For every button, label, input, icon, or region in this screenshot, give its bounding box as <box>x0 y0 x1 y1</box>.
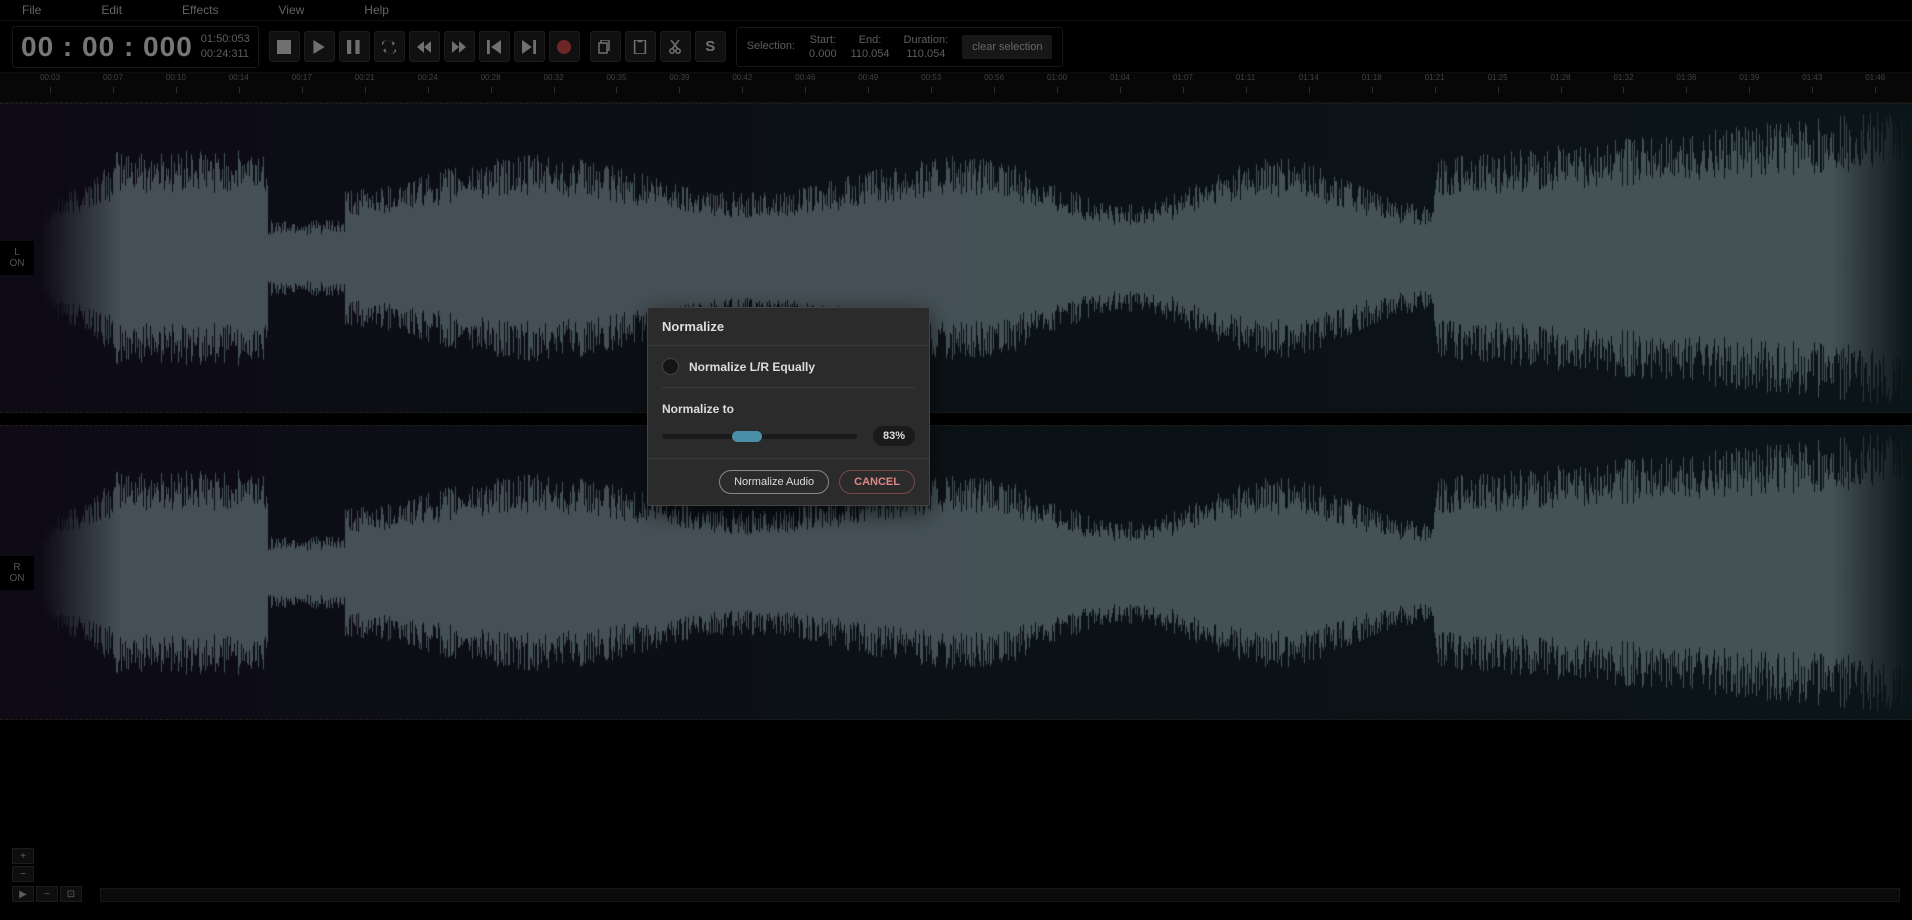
normalize-slider[interactable] <box>662 434 857 439</box>
normalize-equally-label: Normalize L/R Equally <box>689 360 815 374</box>
normalize-to-label: Normalize to <box>662 402 915 416</box>
cancel-button[interactable]: CANCEL <box>839 470 915 494</box>
dialog-title: Normalize <box>648 308 929 346</box>
normalize-audio-button[interactable]: Normalize Audio <box>719 470 829 494</box>
modal-overlay[interactable] <box>0 0 1912 920</box>
normalize-percent: 83% <box>873 426 915 446</box>
slider-thumb[interactable] <box>732 431 762 442</box>
normalize-equally-checkbox[interactable] <box>662 358 679 375</box>
normalize-dialog: Normalize Normalize L/R Equally Normaliz… <box>647 307 930 506</box>
